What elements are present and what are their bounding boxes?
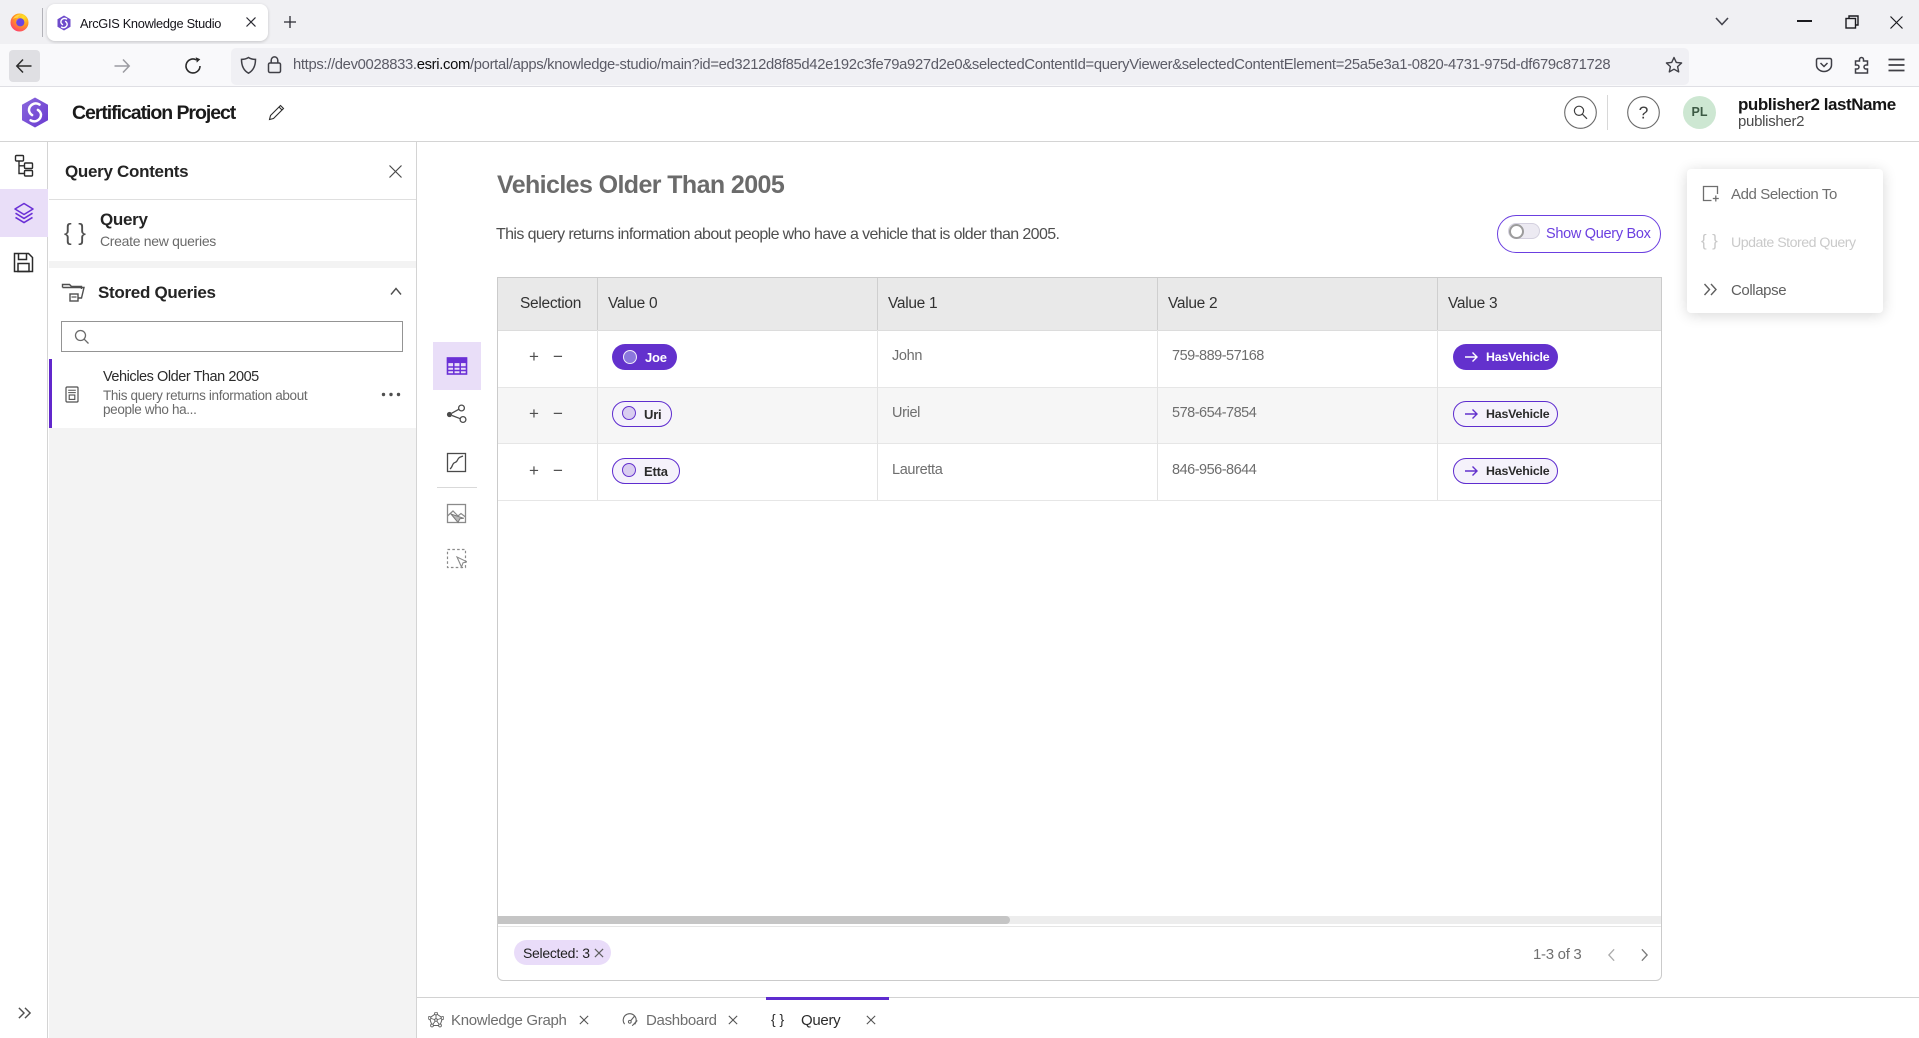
svg-text:?: ? — [1639, 103, 1649, 123]
